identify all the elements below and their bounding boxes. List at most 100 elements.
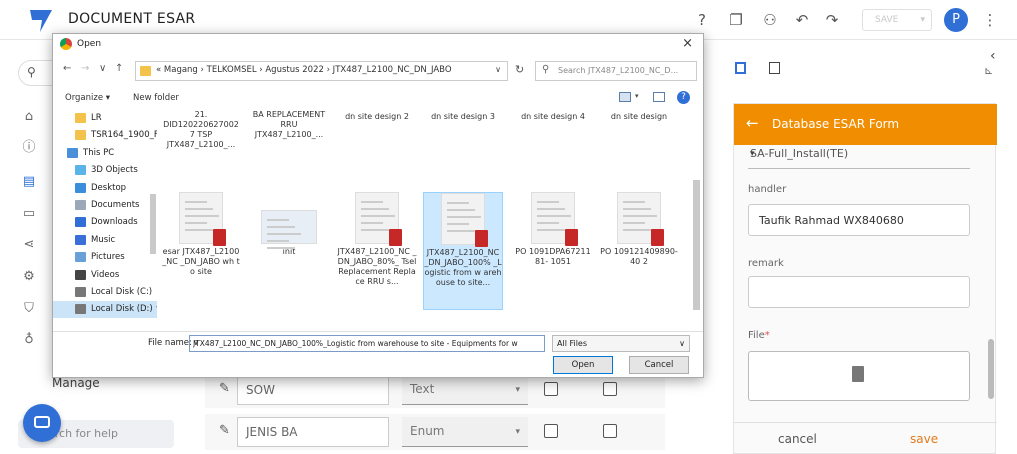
mobile-view-icon[interactable] — [735, 62, 746, 74]
down-icon — [75, 217, 86, 228]
acrobat-badge-icon — [651, 229, 664, 246]
file-item[interactable]: dn site design 3 — [423, 112, 503, 122]
back-arrow-icon[interactable]: ← — [63, 63, 71, 74]
tree-item[interactable]: This PC — [53, 145, 157, 162]
checkbox[interactable] — [544, 382, 558, 396]
doc-icon — [75, 200, 86, 210]
add-user-icon[interactable]: ⚇ — [760, 10, 780, 30]
field-name-input[interactable]: SOW — [237, 375, 389, 405]
file-item[interactable]: PO 1091DPA6721181- 1051 — [513, 192, 593, 267]
file-item[interactable]: dn site design 4 — [513, 112, 593, 122]
tree-item[interactable]: Desktop — [53, 180, 157, 197]
field-type-select[interactable]: Text ▾ — [402, 375, 528, 405]
chevron-down-icon: ▾ — [920, 15, 925, 25]
tree-item[interactable]: LR — [53, 110, 157, 127]
file-label: File* — [748, 330, 770, 341]
undo-icon[interactable]: ↶ — [792, 10, 812, 30]
file-type-filter[interactable]: All Files ∨ — [552, 335, 690, 352]
file-item[interactable]: PO 109121409890-40 2 — [599, 192, 679, 267]
tablet-view-icon[interactable] — [769, 62, 780, 74]
tree-item[interactable]: Documents — [53, 197, 157, 214]
disk-icon — [75, 287, 86, 297]
home-icon[interactable]: ⌂ — [20, 108, 38, 126]
up-arrow-icon[interactable]: ↑ — [115, 63, 123, 74]
dialog-title: Open — [77, 39, 102, 49]
tree-item[interactable]: Local Disk (C:) — [53, 284, 157, 301]
settings-icon[interactable]: ⚙ — [20, 268, 38, 286]
right-panel-toolbar: ‹ ⊾ — [722, 48, 1017, 96]
tree-item[interactable]: Music — [53, 232, 157, 249]
checkbox[interactable] — [603, 382, 617, 396]
refresh-icon[interactable]: ↻ — [515, 63, 524, 76]
chat-button[interactable] — [23, 404, 61, 442]
pdf-file-icon — [179, 192, 226, 246]
recent-chevron-icon[interactable]: ∨ — [99, 63, 106, 74]
close-icon[interactable]: × — [682, 36, 693, 51]
field-name-input[interactable]: JENIS BA — [237, 417, 389, 447]
file-name-input[interactable]: JTX487_L2100_NC_DN_JABO_100%_Logistic fr… — [189, 335, 545, 352]
save-button[interactable]: save — [910, 432, 938, 446]
package-select[interactable]: SA-Full_Install(TE) ▾ — [748, 139, 970, 169]
tree-item[interactable]: Local Disk (D:) ∨ — [53, 301, 157, 319]
chevron-down-icon[interactable]: ∨ — [495, 65, 501, 74]
pencil-icon[interactable]: ✎ — [219, 381, 230, 396]
tree-scrollbar[interactable] — [149, 112, 157, 322]
file-item[interactable]: 21. DID120220627002 7 TSP JTX487_L2100_.… — [161, 110, 241, 150]
help-icon[interactable]: ? — [692, 10, 712, 30]
organize-button[interactable]: Organize ▾ — [65, 93, 110, 103]
redo-icon[interactable]: ↷ — [822, 10, 842, 30]
dialog-cancel-button[interactable]: Cancel — [629, 356, 689, 374]
checkbox[interactable] — [603, 424, 617, 438]
open-button[interactable]: Open — [553, 356, 613, 374]
back-arrow-icon[interactable]: ← — [746, 114, 759, 132]
top-save-button[interactable]: SAVE ▾ — [862, 9, 932, 31]
storage-icon[interactable]: ▭ — [20, 205, 38, 223]
checkbox[interactable] — [544, 424, 558, 438]
file-item[interactable]: init — [249, 192, 329, 257]
folder-icon — [140, 66, 151, 76]
path-field[interactable]: « Magang › TELKOMSEL › Agustus 2022 › JT… — [135, 61, 508, 81]
remark-input[interactable] — [748, 276, 970, 308]
file-item[interactable]: dn site design — [599, 112, 679, 122]
tree-item[interactable]: Downloads — [53, 214, 157, 231]
info-icon[interactable]: ⓘ — [20, 139, 38, 157]
avatar[interactable]: P — [944, 8, 968, 32]
forward-arrow-icon[interactable]: → — [81, 63, 89, 74]
app-logo-icon — [30, 10, 52, 32]
file-item[interactable]: dn site design 2 — [337, 112, 417, 122]
chevron-down-icon[interactable]: ▾ — [635, 92, 639, 100]
form-footer: cancel save — [734, 422, 997, 454]
file-upload-field[interactable] — [748, 351, 970, 401]
copy-icon[interactable]: ❐ — [726, 10, 746, 30]
collapse-chevron-icon[interactable]: ‹ — [990, 48, 996, 64]
pencil-icon[interactable]: ✎ — [219, 423, 230, 438]
tree-item[interactable]: TSR164_1900_F — [53, 127, 157, 144]
share-icon[interactable]: ⋖ — [20, 236, 38, 254]
help-icon[interactable]: ? — [677, 91, 690, 104]
more-vert-icon[interactable]: ⋮ — [980, 10, 1000, 30]
file-list-scrollbar[interactable] — [691, 110, 701, 330]
file-item[interactable]: JTX487_L2100_NC _DN_JABO_80%_ Tsel Repla… — [337, 192, 417, 287]
tree-item[interactable]: Videos — [53, 267, 157, 284]
tree-item[interactable]: 3D Objects — [53, 162, 157, 179]
preview-pane-icon[interactable] — [653, 92, 665, 102]
bulb-icon[interactable]: ♁ — [20, 331, 38, 349]
file-item[interactable]: BA REPLACEMENT RRU JTX487_L2100_... — [249, 110, 329, 140]
form-icon[interactable]: ▤ — [20, 173, 38, 191]
file-item[interactable]: JTX487_L2100_NC _DN_JABO_100% _Logistic … — [423, 192, 503, 310]
pdf-icon — [852, 366, 864, 382]
manage-label[interactable]: Manage — [52, 376, 100, 390]
chart-icon[interactable]: ⊾ — [984, 64, 993, 77]
folder-search-input[interactable]: ⚲ Search JTX487_L2100_NC_D... — [535, 61, 697, 81]
tree-item[interactable]: Pictures — [53, 249, 157, 266]
panel-scrollbar[interactable] — [987, 144, 995, 414]
cancel-button[interactable]: cancel — [778, 432, 817, 446]
table-row: ✎ JENIS BA Enum ▾ — [205, 414, 665, 450]
chevron-down-icon[interactable]: ∨ — [193, 338, 523, 347]
view-icon[interactable] — [619, 92, 631, 102]
shield-icon[interactable]: ⛉ — [20, 300, 38, 318]
new-folder-button[interactable]: New folder — [133, 93, 179, 103]
file-item[interactable]: esar JTX487_L2100_NC _DN_JABO wh to site — [161, 192, 241, 277]
field-type-select[interactable]: Enum ▾ — [402, 417, 528, 447]
handler-input[interactable]: Taufik Rahmad WX840680 — [748, 204, 970, 236]
